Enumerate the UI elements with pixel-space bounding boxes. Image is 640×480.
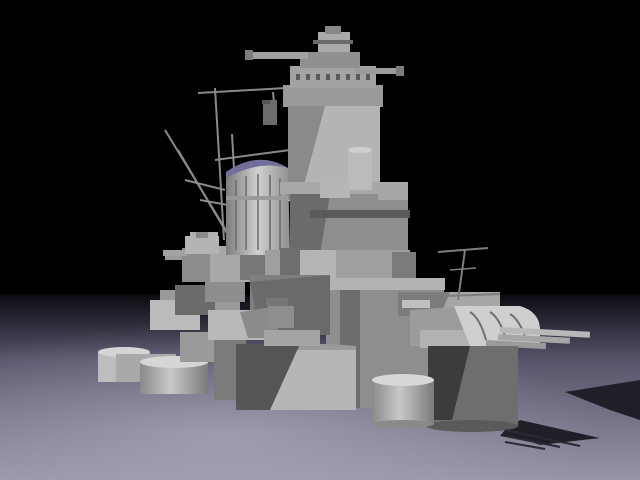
render-scene bbox=[0, 0, 640, 480]
funnel bbox=[226, 159, 290, 255]
front-drum bbox=[372, 374, 434, 428]
